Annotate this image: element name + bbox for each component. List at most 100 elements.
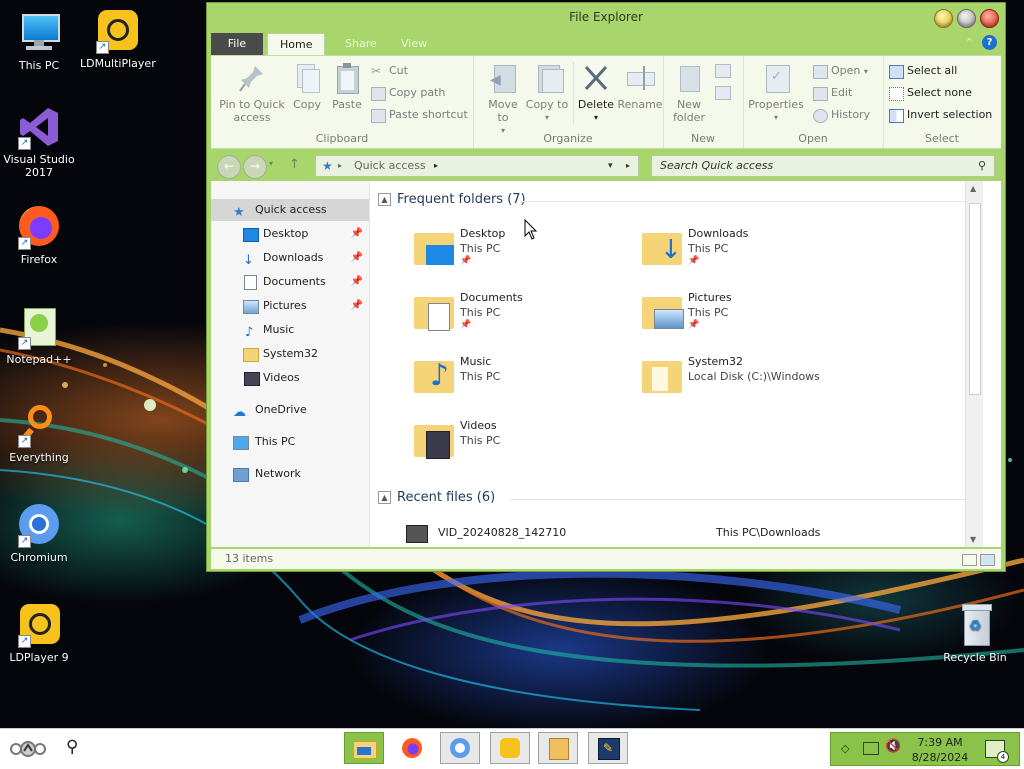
frequent-folders-header[interactable]: ▲ Frequent folders (7) [378,192,526,207]
nav-item-music[interactable]: ♪ Music [211,319,369,341]
pin-icon[interactable]: 📌 [351,295,363,317]
folder-tile-pictures[interactable]: Pictures This PC 📌 [640,289,860,349]
vertical-scrollbar[interactable]: ▲ ▼ [965,181,983,547]
pin-icon[interactable]: 📌 [351,223,363,245]
nav-item-onedrive[interactable]: ☁ OneDrive [211,399,369,421]
delete-button[interactable]: Delete ▾ [573,62,618,124]
desktop-icon-recycle-bin[interactable]: ♻ Recycle Bin [938,602,1012,664]
open-button[interactable]: Open ▾ [813,62,868,80]
search-input[interactable]: Search Quick access ⚲ [651,155,995,177]
move-to-button[interactable]: ◀ Move to ▾ [481,62,525,137]
tab-view[interactable]: View [389,33,439,55]
large-icons-view-icon[interactable] [980,554,995,566]
minimize-button[interactable] [934,9,953,28]
history-button[interactable]: History [813,106,870,124]
desktop-icon-visual-studio[interactable]: ↗ Visual Studio 2017 [2,104,76,179]
edit-button[interactable]: Edit [813,84,852,102]
folder-tile-system32[interactable]: System32 Local Disk (C:)\Windows [640,353,860,413]
recent-locations-icon[interactable]: ▾ [269,159,273,168]
refresh-chevron-icon[interactable]: ▸ [626,156,630,176]
forward-button[interactable]: → [243,155,267,179]
folder-tile-downloads[interactable]: ↓ Downloads This PC 📌 [640,225,860,285]
desktop-icon-firefox[interactable]: ↗ Firefox [2,204,76,266]
cut-button[interactable]: ✂ Cut [371,62,408,80]
address-dropdown-icon[interactable]: ▾ [608,156,613,176]
help-icon[interactable]: ? [982,35,997,50]
start-button[interactable] [6,739,50,759]
tab-home[interactable]: Home [267,33,326,56]
copy-button[interactable]: Copy [289,62,325,111]
taskbar-app[interactable]: ✎ [588,732,628,764]
nav-item-quick-access[interactable]: ★ Quick access [211,199,369,221]
search-icon[interactable]: ⚲ [978,156,986,176]
folder-location: This PC [460,370,501,383]
desktop-icon-chromium[interactable]: ↗ Chromium [2,502,76,564]
pin-icon[interactable]: 📌 [351,247,363,269]
collapse-icon[interactable]: ▲ [378,193,391,206]
select-none-button[interactable]: Select none [889,84,972,102]
recent-files-header[interactable]: ▲ Recent files (6) [378,490,495,505]
search-icon[interactable]: ⚲ [66,737,78,757]
list-item[interactable]: VID_20240828_142710 This PC\Downloads [406,523,966,545]
taskbar-firefox[interactable] [392,732,432,764]
expand-ribbon-icon[interactable]: ⌃ [965,36,974,49]
nav-item-network[interactable]: Network [211,463,369,485]
details-view-icon[interactable] [962,554,977,566]
taskbar-file-explorer[interactable] [344,732,384,764]
nav-item-desktop[interactable]: Desktop 📌 [211,223,369,245]
taskbar-search-box[interactable] [92,732,338,766]
desktop-icon-everything[interactable]: ↗ Everything [2,402,76,464]
paste-button[interactable]: Paste [329,62,365,111]
new-item-icon[interactable] [715,64,731,78]
chromium-icon: ↗ [16,502,62,548]
volume-muted-icon[interactable]: 🔇 [885,739,901,754]
desktop-icon-notepadpp[interactable]: ↗ Notepad++ [2,304,76,366]
copy-to-button[interactable]: Copy to ▾ [525,62,569,124]
rename-button[interactable]: Rename [617,62,663,111]
pin-quick-access-button[interactable]: Pin to Quick access [217,62,287,124]
desktop-icon-ldmultiplayer[interactable]: ↗ LDMultiPlayer [80,8,156,70]
maximize-button[interactable] [957,9,976,28]
folder-tile-music[interactable]: ♪ Music This PC [412,353,632,413]
up-arrow-icon[interactable]: ↑ [289,157,300,172]
folder-tile-videos[interactable]: Videos This PC [412,417,632,477]
video-file-icon [406,525,428,543]
nav-item-pictures[interactable]: Pictures 📌 [211,295,369,317]
scroll-thumb[interactable] [969,203,981,395]
close-button[interactable] [980,9,999,28]
paste-shortcut-button[interactable]: Paste shortcut [371,106,468,124]
desktop-icon-this-pc[interactable]: This PC [2,10,76,72]
nav-item-documents[interactable]: Documents 📌 [211,271,369,293]
folder-tile-documents[interactable]: Documents This PC 📌 [412,289,632,349]
chromium-icon-center [455,743,465,753]
nav-item-this-pc[interactable]: This PC [211,431,369,453]
invert-selection-button[interactable]: Invert selection [889,106,992,124]
title-bar[interactable]: File Explorer [207,3,1005,31]
select-all-button[interactable]: Select all [889,62,957,80]
copy-path-button[interactable]: Copy path [371,84,445,102]
taskbar-ldplayer[interactable] [490,732,530,764]
taskbar-chromium[interactable] [440,732,480,764]
show-hidden-icons-icon[interactable]: ◇ [841,742,849,755]
folder-tile-desktop[interactable]: Desktop This PC 📌 [412,225,632,285]
scroll-up-icon[interactable]: ▲ [970,184,976,193]
nav-item-videos[interactable]: Videos [211,367,369,389]
tab-share[interactable]: Share [333,33,389,55]
tab-file[interactable]: File [211,33,263,55]
nav-item-system32[interactable]: System32 [211,343,369,365]
clock[interactable]: 7:39 AM 8/28/2024 [907,735,973,765]
breadcrumb-quick-access[interactable]: Quick access [354,156,426,176]
nav-item-downloads[interactable]: ↓ Downloads 📌 [211,247,369,269]
back-button[interactable]: ← [217,155,241,179]
new-folder-button[interactable]: New folder [669,62,709,124]
scroll-down-icon[interactable]: ▼ [970,535,976,544]
pin-icon[interactable]: 📌 [351,271,363,293]
properties-button[interactable]: ✓ Properties ▾ [747,62,805,124]
network-icon[interactable] [863,742,879,755]
taskbar-media-player[interactable] [538,732,578,764]
copy-icon [292,62,322,94]
easy-access-icon[interactable] [715,86,731,100]
collapse-icon[interactable]: ▲ [378,491,391,504]
desktop-icon-ldplayer[interactable]: ↗ LDPlayer 9 [2,602,76,664]
address-bar[interactable]: ★ ▸ Quick access ▸ ▾ ▸ [315,155,639,177]
